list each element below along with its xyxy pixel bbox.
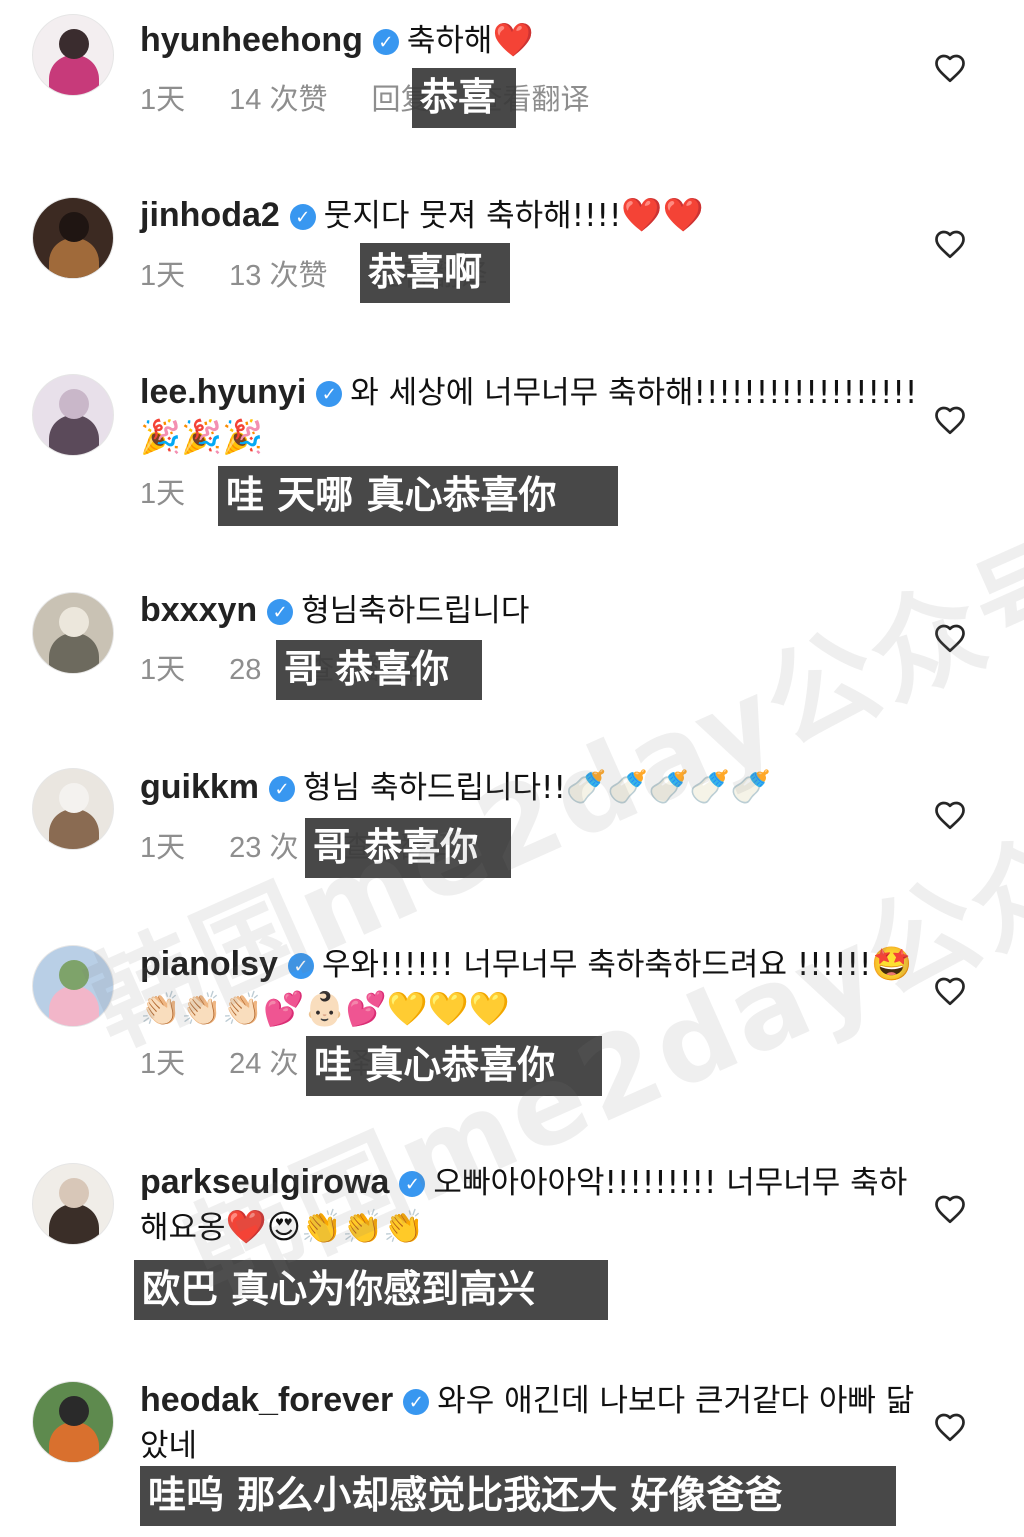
comment-timestamp: 1天 <box>140 478 186 510</box>
comment-timestamp: 1天 <box>140 654 186 686</box>
comment-emoji: 🎉🎉🎉 <box>140 417 264 456</box>
comment-emoji: ❤️❤️ <box>621 195 704 234</box>
verified-badge-icon: ✓ <box>403 1389 430 1415</box>
like-heart-icon[interactable] <box>932 620 968 656</box>
comment-text-line: lee.hyunyi ✓ 와 세상에 너무너무 축하해!!!!!!!!!!!!!!!… <box>140 370 920 459</box>
comment-text-line: hyunheehong ✓ 축하해❤️ <box>140 18 920 63</box>
comment-text-line: parkseulgirowa ✓ 오빠아아아악!!!!!!!!! 너무너무 축하해요… <box>140 1160 920 1250</box>
likes-count[interactable]: 28 <box>229 648 261 692</box>
username-link[interactable]: jinhoda2 <box>140 196 280 234</box>
translation-caption: 欧巴 真心为你感到高兴 <box>134 1260 608 1320</box>
avatar[interactable] <box>32 945 114 1027</box>
username-link[interactable]: heodak_forever <box>140 1381 393 1419</box>
username-link[interactable]: pianolsy <box>140 945 278 983</box>
likes-count[interactable]: 14 次赞 <box>229 78 327 122</box>
username-link[interactable]: hyunheehong <box>140 21 363 59</box>
comment-text: 와 세상에 너무너무 축하해!!!!!!!!!!!!!!!!!! <box>350 375 918 411</box>
comment-text-line: bxxxyn ✓ 형님축하드립니다 <box>140 588 920 633</box>
comment-text: 뭇지다 뭇져 축하해!!!! <box>323 198 622 234</box>
avatar[interactable] <box>32 1163 114 1245</box>
like-heart-icon[interactable] <box>932 226 968 262</box>
translation-caption: 哥 恭喜你 <box>305 818 511 878</box>
comment-timestamp: 1天 <box>140 84 186 116</box>
comment-text: 형님 축하드립니다!! <box>303 770 566 806</box>
verified-badge-icon: ✓ <box>316 381 343 407</box>
comment-text: 축하해 <box>406 23 493 59</box>
like-heart-icon[interactable] <box>932 402 968 438</box>
avatar[interactable] <box>32 374 114 456</box>
comment-emoji: ❤️ <box>492 20 534 59</box>
likes-count[interactable]: 13 次赞 <box>229 254 327 298</box>
verified-badge-icon: ✓ <box>289 204 316 230</box>
comment-text-line: heodak_forever ✓ 와우 애긴데 나보다 큰거같다 아빠 닮았네 <box>140 1378 920 1468</box>
like-heart-icon[interactable] <box>932 50 968 86</box>
avatar[interactable] <box>32 14 114 96</box>
username-link[interactable]: bxxxyn <box>140 591 257 629</box>
comment-meta: 1天 <box>140 472 229 516</box>
verified-badge-icon: ✓ <box>372 29 399 55</box>
comment-text: 우와!!!!!! 너무너무 축하축하드려요 !!!!!! <box>321 947 872 983</box>
comment-timestamp: 1天 <box>140 260 186 292</box>
likes-count[interactable]: 23 次 <box>229 826 298 870</box>
like-heart-icon[interactable] <box>932 797 968 833</box>
avatar[interactable] <box>32 768 114 850</box>
avatar[interactable] <box>32 1381 114 1463</box>
username-link[interactable]: lee.hyunyi <box>140 373 306 411</box>
comment-text-line: pianolsy ✓ 우와!!!!!! 너무너무 축하축하드려요 !!!!!!🤩👏🏻… <box>140 942 920 1031</box>
translation-caption: 哥 恭喜你 <box>276 640 482 700</box>
comment-timestamp: 1天 <box>140 832 186 864</box>
comment-emoji: ❤️😍👏👏👏 <box>225 1207 425 1246</box>
comment-text-line: jinhoda2 ✓ 뭇지다 뭇져 축하해!!!!❤️❤️ <box>140 193 920 238</box>
like-heart-icon[interactable] <box>932 1409 968 1445</box>
avatar[interactable] <box>32 197 114 279</box>
comment-text-line: guikkm ✓ 형님 축하드립니다!!🍼🍼🍼🍼🍼 <box>140 765 920 810</box>
translation-caption: 哇 真心恭喜你 <box>306 1036 602 1096</box>
verified-badge-icon: ✓ <box>399 1171 426 1197</box>
username-link[interactable]: parkseulgirowa <box>140 1163 389 1201</box>
avatar[interactable] <box>32 592 114 674</box>
username-link[interactable]: guikkm <box>140 768 259 806</box>
comment-list: hyunheehong ✓ 축하해❤️ 1天 14 次赞 回复 查看翻译 恭喜 jinhoda2… <box>0 0 1024 1537</box>
like-heart-icon[interactable] <box>932 973 968 1009</box>
comment-meta: 1天 14 次赞 回复 查看翻译 <box>140 78 634 122</box>
likes-count[interactable]: 24 次 <box>229 1042 298 1086</box>
verified-badge-icon: ✓ <box>287 953 314 979</box>
translation-caption: 恭喜啊 <box>360 243 510 303</box>
comment-text: 형님축하드립니다 <box>301 593 530 629</box>
translation-caption: 哇 天哪 真心恭喜你 <box>218 466 618 526</box>
verified-badge-icon: ✓ <box>269 776 296 802</box>
like-heart-icon[interactable] <box>932 1191 968 1227</box>
verified-badge-icon: ✓ <box>267 599 294 625</box>
comment-timestamp: 1天 <box>140 1048 186 1080</box>
translation-caption: 哇呜 那么小却感觉比我还大 好像爸爸 <box>140 1466 896 1526</box>
translation-caption: 恭喜 <box>412 68 516 128</box>
comment-emoji: 🍼🍼🍼🍼🍼 <box>565 767 772 806</box>
